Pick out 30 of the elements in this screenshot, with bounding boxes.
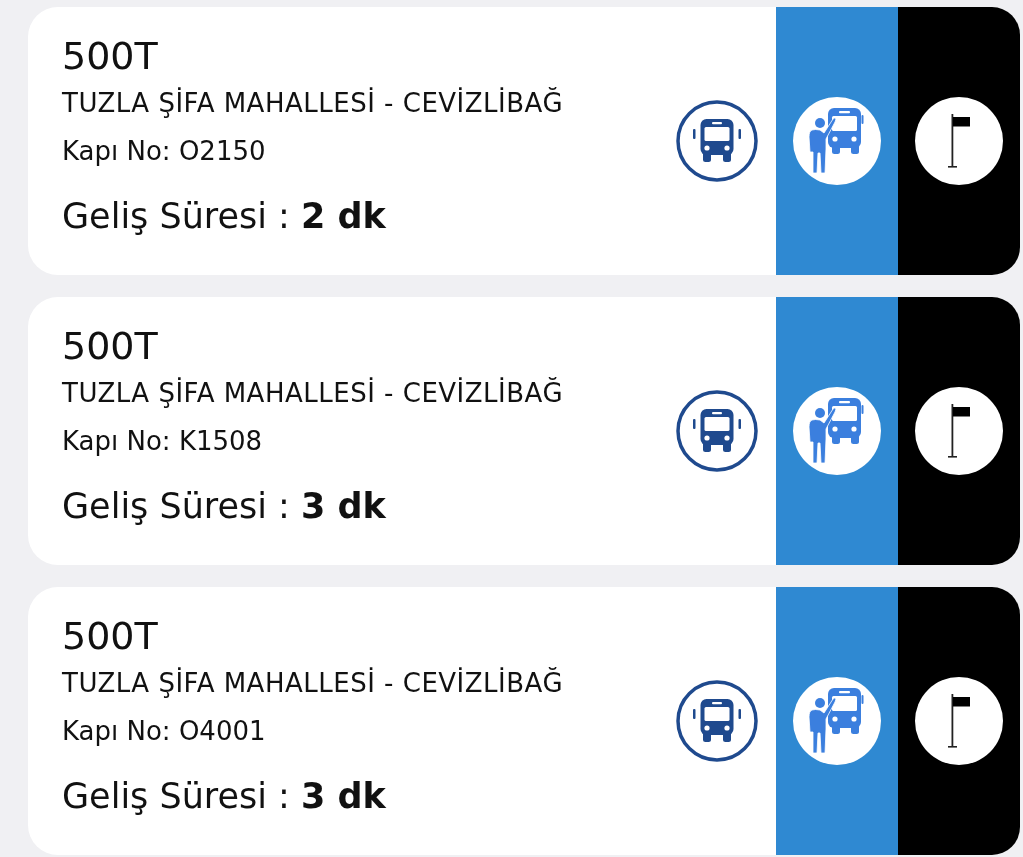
door-number: Kapı No: O4001 [62, 715, 266, 747]
door-number: Kapı No: O2150 [62, 135, 266, 167]
door-number: Kapı No: K1508 [62, 425, 263, 457]
person-hailing-bus-icon [793, 387, 881, 475]
stop-request-button[interactable] [776, 297, 898, 565]
arrival-card[interactable]: 500T TUZLA ŞİFA MAHALLESİ - CEVİZLİBAĞ Kapı No: O2150 Geliş Süresi : 2 dk [28, 7, 1020, 275]
person-hailing-bus-icon [793, 677, 881, 765]
arrival-card[interactable]: 500T TUZLA ŞİFA MAHALLESİ - CEVİZLİBAĞ Kapı No: K1508 Geliş Süresi : 3 dk [28, 297, 1020, 565]
arrival-time: Geliş Süresi : 2 dk [62, 195, 386, 237]
stop-request-button[interactable] [776, 7, 898, 275]
flag-button[interactable] [898, 7, 1020, 275]
arrival-time: Geliş Süresi : 3 dk [62, 485, 386, 527]
bus-icon[interactable] [676, 680, 758, 762]
bus-icon[interactable] [676, 390, 758, 472]
arrival-time: Geliş Süresi : 3 dk [62, 775, 386, 817]
flag-button[interactable] [898, 587, 1020, 855]
route-name: TUZLA ŞİFA MAHALLESİ - CEVİZLİBAĞ [62, 377, 564, 409]
flag-button[interactable] [898, 297, 1020, 565]
stop-request-button[interactable] [776, 587, 898, 855]
route-name: TUZLA ŞİFA MAHALLESİ - CEVİZLİBAĞ [62, 87, 564, 119]
arrival-card[interactable]: 500T TUZLA ŞİFA MAHALLESİ - CEVİZLİBAĞ Kapı No: O4001 Geliş Süresi : 3 dk [28, 587, 1020, 855]
flag-icon [915, 387, 1003, 475]
flag-icon [915, 677, 1003, 765]
line-number: 500T [62, 613, 158, 659]
line-number: 500T [62, 323, 158, 369]
route-name: TUZLA ŞİFA MAHALLESİ - CEVİZLİBAĞ [62, 667, 564, 699]
bus-icon[interactable] [676, 100, 758, 182]
person-hailing-bus-icon [793, 97, 881, 185]
flag-icon [915, 97, 1003, 185]
line-number: 500T [62, 33, 158, 79]
